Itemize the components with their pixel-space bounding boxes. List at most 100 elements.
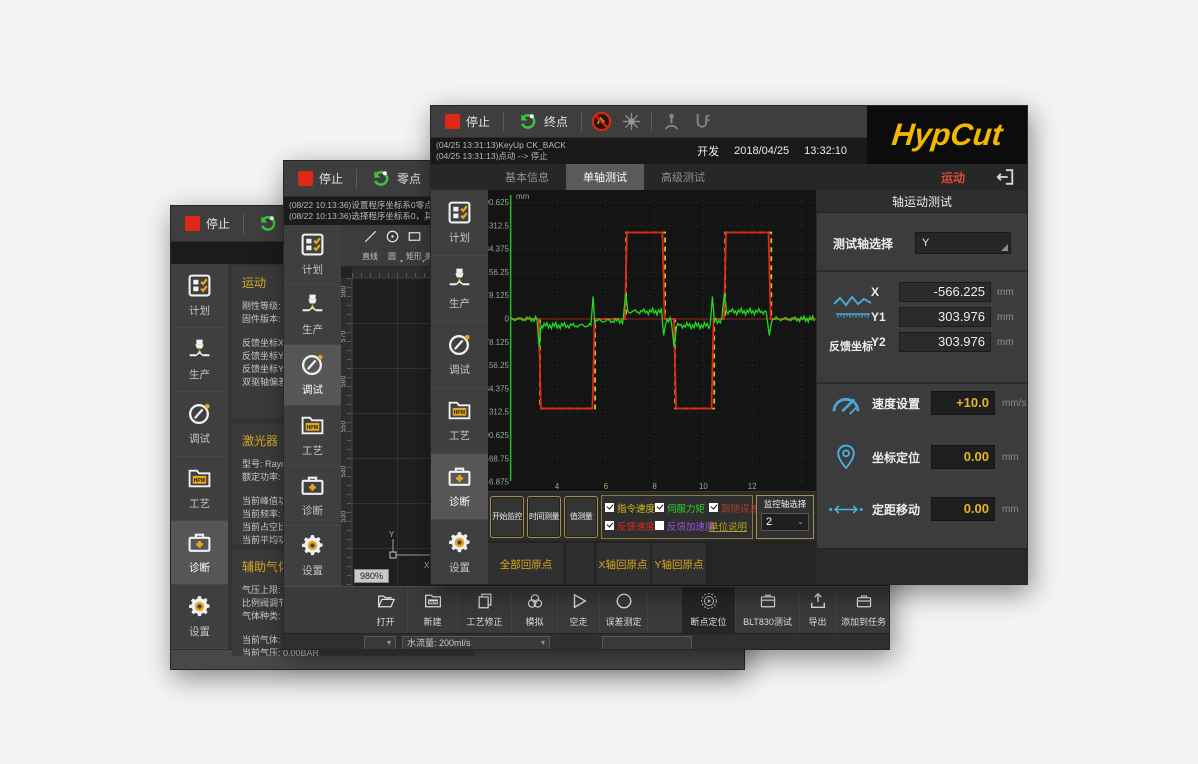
monitor-axis-value: 2 [766,516,772,528]
endpoint-label: 终点 [544,113,568,130]
status-bar: ▾ 水流量: 200ml/s▾ [284,633,889,650]
jog-unit: mm [1002,504,1028,515]
home-all-button[interactable]: 全部回原点 [488,543,564,585]
sidebar-item-produce[interactable]: 生产 [431,256,488,322]
sidebar-item-plan[interactable]: 计划 [284,225,341,285]
sidebar-item-diagnose[interactable]: 诊断 [431,454,488,520]
sidebar-item-process[interactable]: HPM工艺 [284,406,341,466]
draw-tool-circle[interactable]: 圆▾ [381,225,403,266]
test-axis-select[interactable]: Y [915,232,1011,254]
sidebar-item-diagnose[interactable]: 诊断 [284,466,341,526]
chevron-down-icon: ⌄ [797,517,804,526]
toolbar-button-label: 新建 [423,615,441,628]
toolbar-button-new[interactable]: NEW新建 [408,587,458,633]
sidebar-item-produce[interactable]: 生产 [171,328,228,392]
clamp-icon[interactable] [691,111,712,132]
signal-label: 跟随误差 [721,501,759,515]
exit-icon[interactable] [995,167,1015,187]
sidebar-item-plan[interactable]: 计划 [171,264,228,328]
stop-button[interactable]: 停止 [294,166,347,192]
follow-head-icon[interactable] [661,111,682,132]
home-x-button[interactable]: X轴回原点 [596,543,650,585]
tab-1[interactable]: 基本信息 [488,164,566,190]
speed-input[interactable]: +10.0 [931,391,995,415]
toolbar-button-label: 模拟 [525,615,543,628]
toolbar-button-addtask[interactable]: 添加到任务 [836,587,890,633]
unit-help-link[interactable]: 单位说明 [709,519,757,533]
toolbar-button-label: 打开 [376,615,394,628]
sidebar-item-settings[interactable]: 设置 [284,526,341,586]
signal-checkbox-3[interactable]: 跟随误差 [709,501,757,515]
toolbar-button-label: 工艺修正 [466,615,502,628]
burst-icon[interactable] [621,111,642,132]
svg-text:HPM: HPM [454,410,466,416]
sidebar-item-process[interactable]: HPM工艺 [171,457,228,521]
toolbar-button-label: 添加到任务 [841,615,886,628]
sidebar-item-process[interactable]: HPM工艺 [431,388,488,454]
home-y-button[interactable]: Y轴回原点 [652,543,706,585]
jog-input[interactable]: 0.00 [931,497,995,521]
tab-spacer [431,164,488,190]
draw-tool-line[interactable]: 直线 [359,225,381,266]
sidebar-item-produce[interactable]: 生产 [284,285,341,345]
axis-name: Y1 [871,310,893,324]
locate-input[interactable]: 0.00 [931,445,995,469]
laser-disabled-icon[interactable] [591,111,612,132]
draw-tool-rect[interactable]: 矩形▾ [403,225,425,266]
motion-status-badge: 运动 [941,169,965,186]
monitor-button-1[interactable]: 开始监控 [490,496,524,538]
sidebar-item-plan[interactable]: 计划 [431,190,488,256]
sidebar-item-diagnose[interactable]: 诊断 [171,521,228,585]
status-dropdown[interactable]: ▾ [364,636,396,650]
svg-text:mm: mm [516,192,530,201]
svg-text:10: 10 [699,482,708,491]
toolbar-button-simulate[interactable]: 模拟 [512,587,558,633]
endpoint-button[interactable]: 终点 [513,109,572,135]
sidebar-item-debug[interactable]: 调试 [431,322,488,388]
svg-text:12: 12 [748,482,757,491]
produce-icon [447,266,472,291]
sidebar-item-settings[interactable]: 设置 [171,585,228,649]
monitor-button-3[interactable]: 值测量 [564,496,598,538]
sidebar-item-debug[interactable]: 调试 [284,345,341,405]
toolbar-button-correct[interactable]: 工艺修正 [458,587,512,633]
tab-2[interactable]: 单轴测试 [566,164,644,190]
toolbar-button-open[interactable]: 打开 [364,587,408,633]
sidebar-item-settings[interactable]: 设置 [431,520,488,585]
stop-button[interactable]: 停止 [441,109,494,135]
stop-button[interactable]: 停止 [181,211,234,237]
svg-text:546.875: 546.875 [488,478,510,487]
dryrun-icon [570,592,588,612]
window-front: 停止 终点 (04/25 13:31:13)KeyUp CK_BACK(04/2… [430,105,1028,585]
signal-checkbox-4[interactable]: 反馈速度 [605,519,655,533]
svg-text:4: 4 [555,482,560,491]
signal-checkbox-panel: 指令速度伺服力矩跟随误差反馈速度反馈加速度单位说明 [601,495,753,539]
tab-fill [722,164,941,190]
tab-3[interactable]: 高级测试 [644,164,722,190]
signal-checkbox-5[interactable]: 反馈加速度 [655,519,709,533]
feedback-y1-value: 303.976 [899,307,991,327]
zero-label: 零点 [397,170,421,187]
toolbar-button-blt[interactable]: BLT830测试 [736,587,800,633]
checkbox-icon [655,521,664,530]
monitor-axis-select[interactable]: 2 ⌄ [761,513,809,531]
monitor-button-2[interactable]: 时间测量 [527,496,561,538]
ruler-v-label: 580 [341,286,347,298]
toolbar-button-dryrun[interactable]: 空走 [558,587,600,633]
stop-label: 停止 [466,113,490,130]
front-sidebar: 计划生产调试HPM工艺诊断设置 [431,190,488,585]
toolbar-button-export[interactable]: 导出 [800,587,836,633]
sidebar-item-label: 诊断 [189,560,210,575]
speed-gauge-icon [827,388,865,418]
signal-checkbox-1[interactable]: 指令速度 [605,501,655,515]
status-segment[interactable] [602,636,692,650]
toolbar-button-breakpoint[interactable]: 断点定位 [682,587,736,633]
water-flow-select[interactable]: 水流量: 200ml/s▾ [402,636,550,650]
svg-text:-234.375: -234.375 [488,245,510,254]
locate-label: 坐标定位 [872,449,924,466]
sidebar-item-debug[interactable]: 调试 [171,392,228,456]
toolbar-button-measure[interactable]: 误差测定 [600,587,648,633]
zero-point-button[interactable]: 零点 [366,166,425,192]
axis-test-panel: 轴运动测试 测试轴选择 Y 反馈坐标 X-566.225mmY1303.976m… [816,190,1027,585]
signal-checkbox-2[interactable]: 伺服力矩 [655,501,709,515]
